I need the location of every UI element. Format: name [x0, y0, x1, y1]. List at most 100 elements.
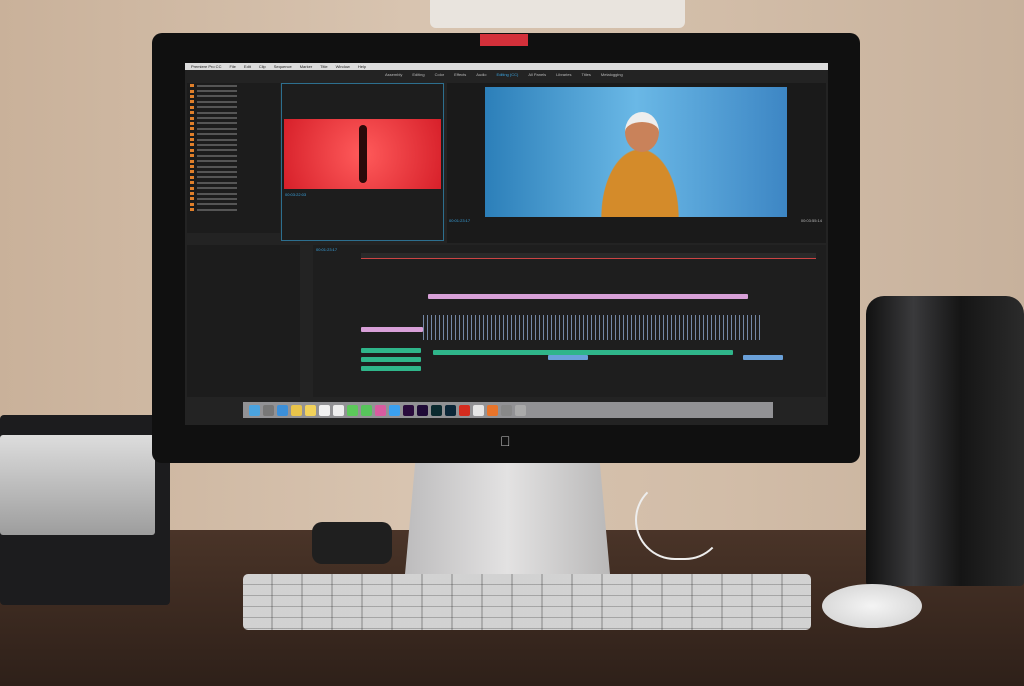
singer — [580, 112, 700, 217]
row-text — [197, 106, 237, 109]
program-monitor: 00:01:23:17 00:03:55:14 — [447, 83, 826, 243]
label-color-icon — [190, 175, 194, 179]
label-color-icon — [190, 154, 194, 158]
label-color-icon — [190, 138, 194, 142]
row-text — [197, 117, 237, 120]
singer-head — [625, 112, 659, 152]
row-text — [197, 122, 237, 125]
monitor-stand — [405, 462, 610, 574]
label-color-icon — [190, 143, 194, 147]
workspace-tab[interactable]: Libraries — [556, 72, 571, 77]
timeline-clip[interactable] — [361, 357, 421, 362]
reminders-icon[interactable] — [333, 404, 344, 416]
row-text — [197, 127, 237, 130]
program-timecode: 00:01:23:17 — [449, 218, 471, 223]
workspace-tab[interactable]: Titles — [581, 72, 590, 77]
photos-icon[interactable] — [291, 404, 302, 416]
row-text — [197, 170, 237, 173]
label-color-icon — [190, 165, 194, 169]
audio-waveform — [423, 315, 763, 340]
printer — [0, 415, 170, 605]
mac-pro — [866, 296, 1024, 586]
label-color-icon — [190, 148, 194, 152]
label-color-icon — [190, 208, 194, 212]
workspace-tab[interactable]: All Panels — [528, 72, 546, 77]
label-color-icon — [190, 132, 194, 136]
itunes-icon[interactable] — [375, 404, 386, 416]
menu-item[interactable]: Premiere Pro CC — [191, 64, 221, 69]
menu-item[interactable]: File — [229, 64, 235, 69]
workspace-tab[interactable]: Metalogging — [601, 72, 623, 77]
workspace-tab[interactable]: Editing — [412, 72, 424, 77]
cable — [635, 480, 725, 560]
timeline-clip[interactable] — [361, 366, 421, 371]
row-text — [197, 90, 237, 93]
workspace-tab[interactable]: Effects — [454, 72, 466, 77]
project-panel — [187, 83, 280, 233]
calendar-icon[interactable] — [319, 404, 330, 416]
workspace-tab[interactable]: Audio — [476, 72, 486, 77]
workspace-tab[interactable]: Assembly — [385, 72, 402, 77]
project-row[interactable] — [187, 207, 280, 212]
menu-item[interactable]: Help — [358, 64, 366, 69]
row-text — [197, 138, 237, 141]
timeline-ruler[interactable] — [361, 253, 816, 259]
row-text — [197, 133, 237, 136]
timeline-clip[interactable] — [361, 348, 421, 353]
source-monitor: 00:03:22:03 — [281, 83, 444, 241]
app-store-icon[interactable] — [389, 404, 400, 416]
facetime-icon[interactable] — [361, 404, 372, 416]
preferences-icon[interactable] — [501, 404, 512, 416]
speaker — [312, 522, 392, 564]
menu-item[interactable]: Clip — [259, 64, 266, 69]
program-duration: 00:03:55:14 — [800, 218, 822, 223]
workspace-tab[interactable]: Color — [435, 72, 445, 77]
menu-item[interactable]: Title — [320, 64, 327, 69]
lr-icon[interactable] — [445, 404, 456, 416]
row-text — [197, 165, 237, 168]
sequence-timecode: 00:01:23:17 — [316, 247, 338, 252]
timeline-clip[interactable] — [361, 327, 423, 332]
label-color-icon — [190, 127, 194, 131]
ae-icon[interactable] — [417, 404, 428, 416]
row-text — [197, 192, 237, 195]
finder-icon[interactable] — [249, 404, 260, 416]
label-color-icon — [190, 181, 194, 185]
menu-item[interactable]: Marker — [300, 64, 312, 69]
label-color-icon — [190, 94, 194, 98]
label-color-icon — [190, 121, 194, 125]
pr-icon[interactable] — [403, 404, 414, 416]
workspace-tab-active[interactable]: Editing (CC) — [497, 72, 519, 77]
row-text — [197, 203, 237, 206]
menu-item[interactable]: Sequence — [274, 64, 292, 69]
timeline-clip[interactable] — [743, 355, 783, 360]
row-text — [197, 176, 237, 179]
label-color-icon — [190, 159, 194, 163]
launchpad-icon[interactable] — [263, 404, 274, 416]
notes-icon[interactable] — [305, 404, 316, 416]
dock — [243, 402, 773, 418]
row-text — [197, 143, 237, 146]
menu-item[interactable]: Edit — [244, 64, 251, 69]
creative-cloud-icon[interactable] — [459, 404, 470, 416]
row-text — [197, 154, 237, 157]
safari-icon[interactable] — [277, 404, 288, 416]
menu-item[interactable]: Window — [336, 64, 350, 69]
label-color-icon — [190, 105, 194, 109]
firefox-icon[interactable] — [487, 404, 498, 416]
sg-icon[interactable] — [431, 404, 442, 416]
row-text — [197, 208, 237, 211]
camera-tape — [480, 34, 528, 46]
printer-tray — [0, 435, 155, 535]
trash-icon[interactable] — [515, 404, 526, 416]
chrome-icon[interactable] — [473, 404, 484, 416]
timeline-clip[interactable] — [428, 294, 748, 299]
row-text — [197, 95, 237, 98]
messages-icon[interactable] — [347, 404, 358, 416]
menu-bar: Premiere Pro CC File Edit Clip Sequence … — [185, 63, 828, 70]
source-timecode: 00:03:22:03 — [285, 192, 307, 197]
timeline-clip[interactable] — [548, 355, 588, 360]
effects-panel — [187, 245, 300, 397]
keyboard — [243, 574, 811, 630]
label-color-icon — [190, 89, 194, 93]
